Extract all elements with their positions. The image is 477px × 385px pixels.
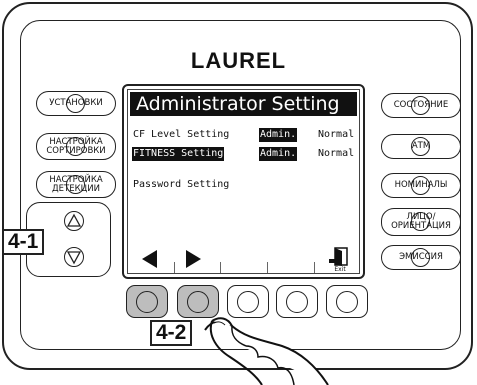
key-ring [136, 290, 158, 313]
up-button[interactable] [64, 211, 84, 231]
atm-button[interactable]: АТМ [381, 134, 461, 159]
fitness-label: FITNESS Setting [132, 147, 225, 161]
key-ring [237, 290, 259, 313]
key-ring [286, 290, 308, 313]
issue-button-label: ЭМИССИЯ [399, 252, 443, 262]
softkey-divider [174, 262, 175, 273]
face-orientation-button-label: ЛИЦО/ ОРИЕНТАЦИЯ [391, 212, 451, 231]
sort-settings-button[interactable]: НАСТРОЙКА СОРТИРОВКИ [36, 133, 116, 160]
denominations-button[interactable]: НОМИНАЛЫ [381, 173, 461, 198]
issue-button[interactable]: ЭМИССИЯ [381, 245, 461, 270]
fitness-row[interactable]: FITNESS Setting Admin. Normal [128, 147, 359, 161]
lcd-screen: Administrator Setting CF Level Setting A… [127, 89, 360, 274]
function-key-4[interactable] [276, 285, 318, 318]
fitness-value[interactable]: Admin. [259, 147, 298, 161]
cf-level-label: CF Level Setting [133, 129, 230, 140]
softkey-divider [267, 262, 268, 273]
cf-level-row[interactable]: CF Level Setting Admin. Normal [128, 128, 359, 142]
password-label: Password Setting [133, 179, 230, 190]
down-button[interactable] [64, 247, 84, 267]
atm-button-label: АТМ [411, 141, 431, 151]
detection-settings-button-label: НАСТРОЙКА ДЕТЕКЦИИ [49, 174, 103, 194]
status-button-label: СОСТОЯНИЕ [393, 100, 449, 110]
cf-level-option[interactable]: Normal [318, 128, 354, 142]
softkey-divider [220, 262, 221, 273]
up-triangle-icon [66, 213, 82, 227]
sort-settings-button-label: НАСТРОЙКА СОРТИРОВКИ [46, 136, 106, 156]
face-orientation-button[interactable]: ЛИЦО/ ОРИЕНТАЦИЯ [381, 208, 461, 236]
key-ring [187, 290, 209, 313]
exit-softkey[interactable]: Exit [327, 247, 353, 273]
function-key-3[interactable] [227, 285, 269, 318]
fitness-option[interactable]: Normal [318, 147, 354, 161]
function-key-5[interactable] [326, 285, 368, 318]
softkey-divider [314, 262, 315, 273]
callout-4-1: 4-1 [2, 229, 45, 255]
password-row[interactable]: Password Setting [128, 178, 359, 192]
function-key-2[interactable] [177, 285, 219, 318]
down-triangle-icon [66, 251, 82, 265]
settings-button[interactable]: УСТАНОВКИ [36, 91, 116, 116]
brand-logo: LAUREL [190, 48, 287, 73]
detection-settings-button[interactable]: НАСТРОЙКА ДЕТЕКЦИИ [36, 171, 116, 198]
settings-button-label: УСТАНОВКИ [49, 98, 103, 108]
denominations-button-label: НОМИНАЛЫ [394, 180, 448, 190]
cf-level-value[interactable]: Admin. [259, 128, 298, 142]
key-ring [336, 290, 358, 313]
arrow-left-icon[interactable] [142, 250, 157, 268]
function-key-1[interactable] [126, 285, 168, 318]
callout-4-2: 4-2 [150, 320, 193, 346]
screen-title: Administrator Setting [130, 92, 357, 116]
status-button[interactable]: СОСТОЯНИЕ [381, 93, 461, 118]
exit-door-icon [329, 247, 348, 266]
exit-label: Exit [334, 266, 346, 273]
arrow-right-icon[interactable] [186, 250, 201, 268]
